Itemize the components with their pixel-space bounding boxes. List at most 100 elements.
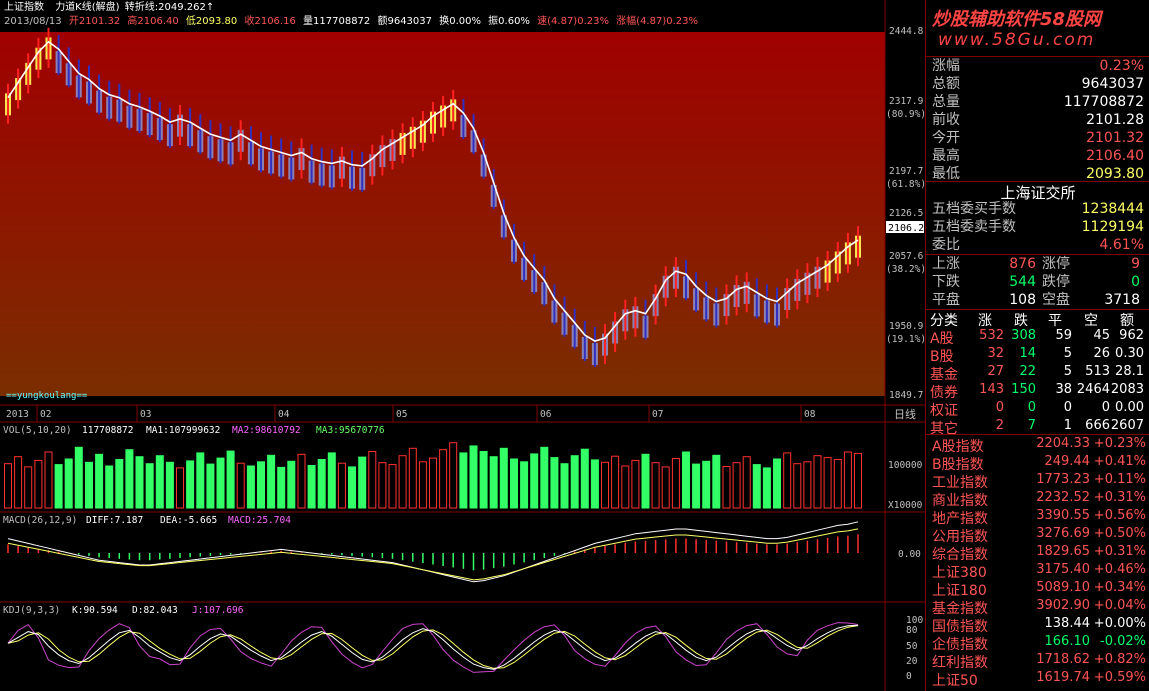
volume-bar [570, 455, 579, 509]
volume-bar [115, 459, 124, 509]
macd-histogram [7, 521, 859, 583]
main-price-axis: 2444.8 2317.9 (80.9%) 2197.7 (61.8%) 2126.5 20… [886, 26, 925, 401]
index-change: +0.31% [1093, 490, 1146, 505]
category-header: 分类 涨 跌 平 空 额 [926, 310, 1149, 329]
volume-bar [64, 458, 73, 509]
index-price: 2232.52 [1036, 490, 1090, 505]
category-header-cell: 平 [1048, 313, 1062, 329]
period-label[interactable]: 日线 [894, 407, 916, 421]
volume-bar [257, 461, 265, 509]
category-cell: 其它 [930, 421, 958, 437]
category-cell: 2607 [1110, 418, 1144, 433]
kdj-axis-label: 0 [906, 671, 912, 682]
price-axis-label: 2444.8 [889, 26, 924, 37]
price-axis-label: (80.9%) [886, 109, 925, 120]
category-cell: 143 [979, 382, 1004, 397]
volume-bar [176, 467, 184, 509]
category-cell: 5 [1063, 364, 1072, 379]
volume-bar [85, 461, 93, 509]
index-row[interactable]: 企债指数 166.10 -0.02% [926, 634, 1149, 653]
category-cell: 59 [1055, 328, 1072, 343]
index-name: 公用指数 [932, 529, 988, 545]
index-row[interactable]: 公用指数 3276.69 +0.50% [926, 526, 1149, 545]
quote-row: 涨幅 0.23% [930, 57, 1144, 75]
index-name: 地产指数 [932, 511, 988, 527]
index-row[interactable]: 上证380 3175.40 +0.46% [926, 562, 1149, 581]
category-cell: 基金 [930, 367, 958, 383]
index-row[interactable]: 综合指数 1829.65 +0.31% [926, 544, 1149, 563]
quote-value: 9643037 [1081, 76, 1144, 92]
category-cell: 27 [987, 364, 1004, 379]
quote-panel: 炒股辅助软件58股网 www.58Gu.com 涨幅 0.23% 总额 9643037… [925, 0, 1149, 691]
volume-bar [580, 448, 589, 509]
category-cell: 0 [1027, 400, 1036, 415]
category-cell: 2083 [1110, 382, 1144, 397]
index-price: 3902.90 [1036, 598, 1090, 613]
kdj-axis: 1008050200 [906, 615, 923, 682]
category-cell: 5 [1063, 346, 1072, 361]
volume-bar [287, 460, 296, 509]
category-cell: 26 [1093, 346, 1110, 361]
category-cell: 14 [1019, 346, 1036, 361]
quote-label: 今开 [932, 130, 960, 146]
volume-bar [560, 463, 569, 509]
volume-bar [307, 465, 316, 509]
index-row[interactable]: 地产指数 3390.55 +0.56% [926, 508, 1149, 527]
volume-bar [762, 467, 771, 509]
order-value: 4.61% [1099, 237, 1144, 253]
index-price: 5089.10 [1036, 580, 1090, 595]
volume-bar [24, 466, 33, 509]
volume-bar [833, 459, 842, 509]
index-row[interactable]: B股指数 249.44 +0.41% [926, 454, 1149, 473]
vol-header: VOL(5,10,20) 117708872 MA1:107999632 MA2… [3, 425, 385, 436]
chart-area[interactable]: 2444.8 2317.9 (80.9%) 2197.7 (61.8%) 2126.5 20… [0, 0, 925, 691]
volume-bar [692, 463, 701, 509]
current-price-tag: 2106.2 [886, 221, 924, 234]
volume-bar [590, 459, 599, 509]
time-axis-label: 08 [804, 409, 816, 420]
kdj-d: D:82.043 [132, 605, 178, 616]
volume-bar [34, 459, 43, 509]
index-row[interactable]: 商业指数 2232.52 +0.31% [926, 490, 1149, 509]
brand-url[interactable]: www.58Gu.com [938, 30, 1095, 50]
volume-bar [4, 463, 12, 509]
volume-bar [186, 460, 195, 509]
volume-bar [843, 451, 852, 509]
index-row[interactable]: A股指数 2204.33 +0.23% [926, 436, 1149, 455]
order-value: 1238444 [1081, 201, 1144, 217]
kdj-axis-label: 20 [906, 656, 918, 667]
index-row[interactable]: 工业指数 1773.23 +0.11% [926, 472, 1149, 491]
index-row[interactable]: 上证180 5089.10 +0.34% [926, 580, 1149, 599]
volume-bar [783, 452, 792, 509]
volume-bar [793, 463, 802, 509]
order-row: 五档委买手数 1238444 [930, 200, 1144, 218]
volume-bar [378, 462, 387, 509]
index-row[interactable]: 红利指数 1718.62 +0.82% [926, 652, 1149, 671]
volume-bar [348, 466, 356, 509]
price-axis-label: 2197.7 [889, 166, 923, 177]
quote-row: 今开 2101.32 [930, 129, 1144, 147]
index-row[interactable]: 基金指数 3902.90 +0.04% [926, 598, 1149, 617]
index-row[interactable]: 上证50 1619.74 +0.59% [926, 670, 1149, 689]
volume-bar [489, 456, 498, 509]
volume-bar [297, 453, 306, 509]
index-price: 3390.55 [1036, 508, 1090, 523]
price-axis-label: (19.1%) [886, 334, 925, 345]
volume-bar [499, 447, 508, 509]
index-name: 企债指数 [932, 637, 988, 653]
price-axis-label: 1950.9 [889, 321, 924, 332]
macd-diff: DIFF:7.187 [86, 515, 143, 526]
volume-bar [155, 455, 164, 509]
time-axis: 2013 02 03 04 05 06 07 08 [6, 405, 816, 422]
volume-bar [732, 462, 741, 509]
volume-bar [408, 447, 417, 509]
volume-bar [206, 463, 215, 509]
volume-bar [54, 464, 63, 509]
index-row[interactable]: 国债指数 138.44 +0.00% [926, 616, 1149, 635]
index-price: 2204.33 [1036, 436, 1090, 451]
kdj-k-line [7, 624, 859, 670]
category-row: B股 32 14 5 26 0.30 [926, 346, 1149, 365]
volume-bar [398, 455, 407, 509]
breadth-row-down: 下跌 544 跌停 0 [932, 274, 1140, 290]
index-price: 138.44 [1044, 616, 1091, 631]
